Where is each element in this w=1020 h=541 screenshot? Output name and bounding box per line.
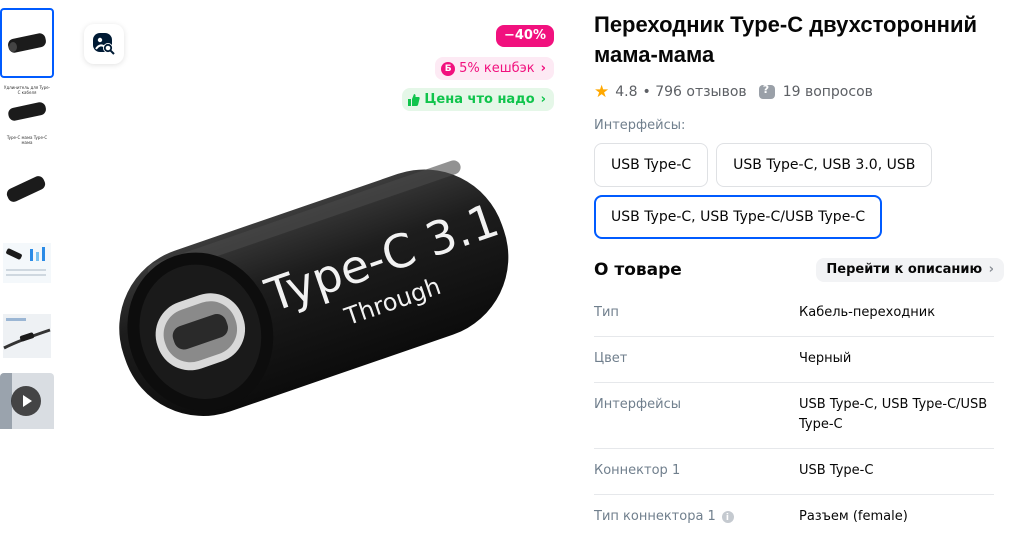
product-info: Переходник Type-C двухсторонний мама-мам… <box>594 10 1004 540</box>
thumb-in-use[interactable] <box>0 300 54 370</box>
product-photo: Type-C 3.1 Through <box>119 160 509 416</box>
rating-value: 4.8 <box>615 84 638 100</box>
info-icon[interactable] <box>721 508 734 528</box>
spec-row: Интерфейсы USB Type-C, USB Type-C/USB Ty… <box>594 383 994 449</box>
cashback-icon: Б <box>441 61 456 76</box>
spec-row: Коннектор 1 USB Type-C <box>594 449 994 495</box>
thumb-product-main[interactable] <box>0 8 54 78</box>
spec-value: Черный <box>799 351 852 366</box>
variant-option-selected[interactable]: USB Type-C, USB Type-C/USB Type-C <box>594 195 883 239</box>
about-header: О товаре Перейти к описанию › <box>594 257 1004 283</box>
spec-row: Тип Кабель-переходник <box>594 291 994 337</box>
product-title: Переходник Type-C двухсторонний мама-мам… <box>594 12 978 67</box>
main-product-image[interactable]: −40% Б 5% кешбэк › Цена что надо › Type-… <box>70 0 570 541</box>
image-search-button[interactable] <box>84 24 124 64</box>
star-icon: ★ <box>594 82 610 102</box>
spec-key: Цвет <box>594 351 628 366</box>
spec-value: USB Type-C <box>799 463 874 478</box>
spec-value: Кабель-переходник <box>799 305 936 320</box>
rating-row: ★ 4.8 • 796 отзывов 19 вопросов <box>594 80 1004 104</box>
thumb-product-angle[interactable] <box>0 154 54 224</box>
variant-option[interactable]: USB Type-C, USB 3.0, USB <box>716 143 933 187</box>
reviews-link[interactable]: • 796 отзывов <box>643 84 747 100</box>
thumbs-up-icon <box>408 93 421 106</box>
specs-list: Тип Кабель-переходник Цвет Черный Интерф… <box>594 291 994 540</box>
image-search-icon <box>93 33 115 55</box>
spec-key: Коннектор 1 <box>594 463 681 478</box>
play-icon <box>11 386 41 416</box>
thumb-caption-bottom: Type-C мама Type-C мама <box>6 135 48 145</box>
discount-badge: −40% <box>495 25 554 47</box>
thumb-video[interactable] <box>0 373 54 443</box>
thumb-specification[interactable] <box>0 227 54 297</box>
go-to-description-button[interactable]: Перейти к описанию › <box>816 258 1004 282</box>
spec-row: Тип коннектора 1 Разъем (female) <box>594 495 994 540</box>
interface-variants: USB Type-C USB Type-C, USB 3.0, USB USB … <box>594 143 1004 239</box>
good-price-label: Цена что надо <box>424 92 535 107</box>
cashback-label: 5% кешбэк <box>459 61 535 76</box>
interfaces-label: Интерфейсы: <box>594 118 686 133</box>
spec-key: Интерфейсы <box>594 397 682 412</box>
good-price-badge[interactable]: Цена что надо › <box>402 88 554 111</box>
spec-value: Разъем (female) <box>799 509 908 524</box>
spec-key-with-info: Тип коннектора 1 <box>594 507 799 528</box>
thumb-product-caption[interactable]: Удлинитель для Type-C кабеля Type-C мама… <box>0 81 54 151</box>
about-title: О товаре <box>594 260 682 280</box>
gallery-thumbnails: Удлинитель для Type-C кабеля Type-C мама… <box>0 8 56 446</box>
cashback-badge[interactable]: Б 5% кешбэк › <box>435 57 554 80</box>
spec-key: Тип <box>594 305 619 320</box>
questions-link[interactable]: 19 вопросов <box>783 84 873 100</box>
go-to-description-label: Перейти к описанию <box>826 262 983 277</box>
spec-key: Тип коннектора 1 <box>594 509 716 524</box>
chevron-right-icon: › <box>540 61 546 76</box>
question-icon <box>758 83 775 99</box>
chevron-right-icon: › <box>540 92 546 107</box>
spec-value: USB Type-C, USB Type-C/USB Type-C <box>799 397 988 432</box>
variant-option[interactable]: USB Type-C <box>594 143 709 187</box>
chevron-right-icon: › <box>988 262 994 277</box>
spec-row: Цвет Черный <box>594 337 994 383</box>
